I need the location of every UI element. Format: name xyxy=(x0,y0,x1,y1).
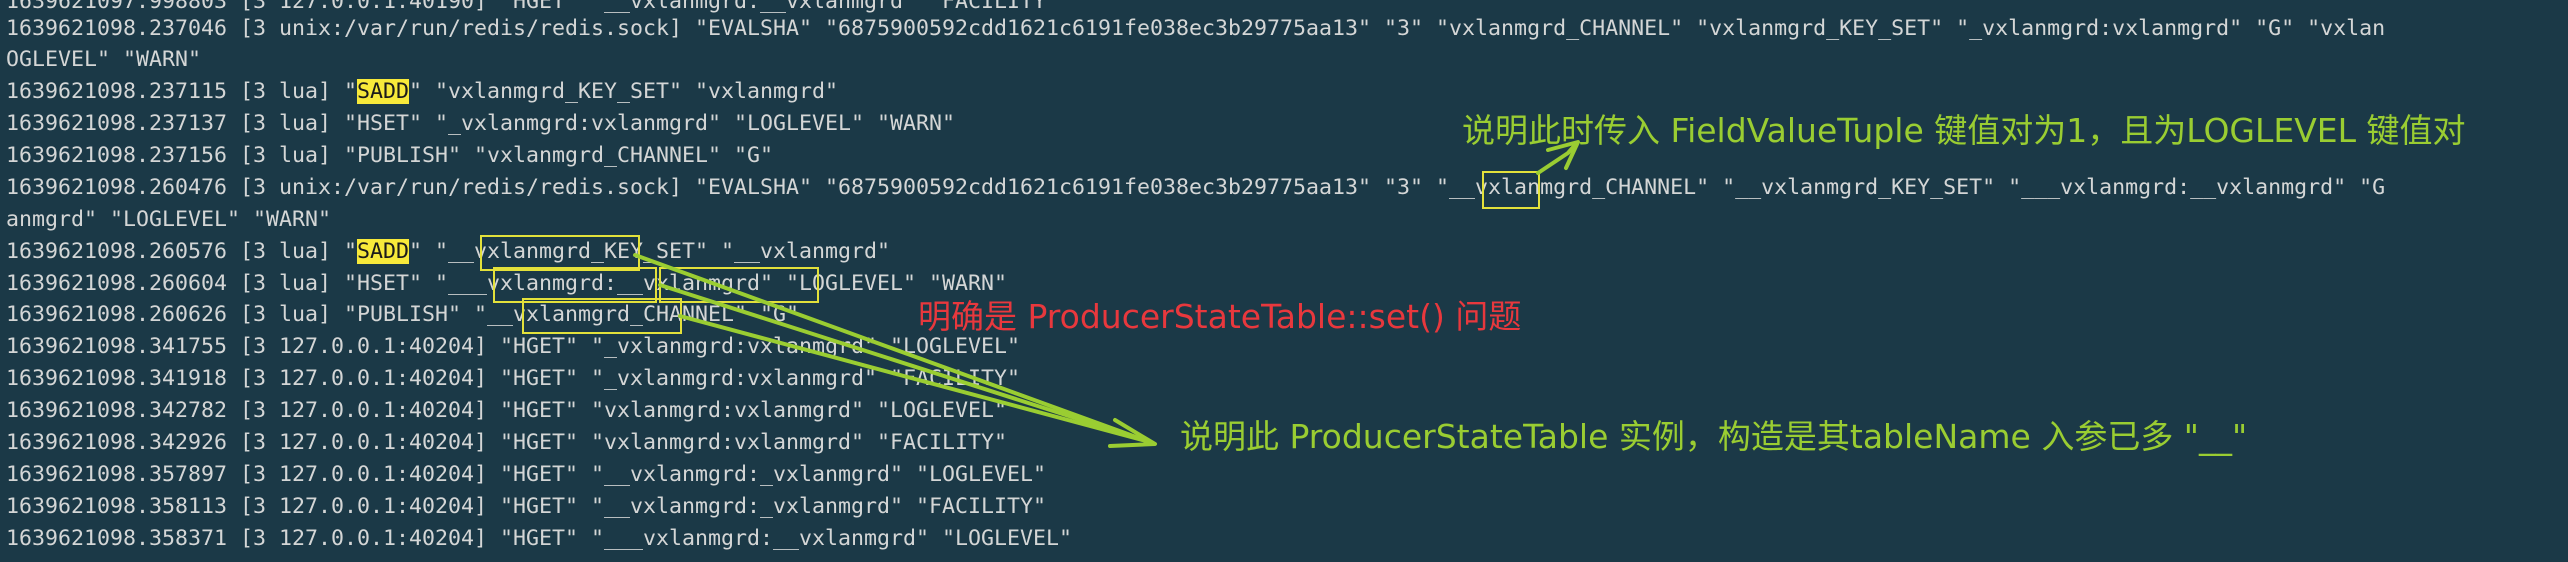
log-line: 1639621098.342926 [3 127.0.0.1:40204] "H… xyxy=(6,430,1008,455)
log-line: 1639621098.341755 [3 127.0.0.1:40204] "H… xyxy=(6,334,1021,359)
log-line: 1639621098.237115 [3 lua] "SADD" "vxlanm… xyxy=(6,76,838,107)
log-line: OGLEVEL" "WARN" xyxy=(6,47,202,72)
log-line-prefix: 1639621098.260576 [3 lua] " xyxy=(6,239,358,264)
log-line: 1639621098.358113 [3 127.0.0.1:40204] "H… xyxy=(6,494,1047,519)
log-line: 1639621098.342782 [3 127.0.0.1:40204] "H… xyxy=(6,398,1008,423)
log-line: 1639621098.237156 [3 lua] "PUBLISH" "vxl… xyxy=(6,143,774,168)
log-line-suffix: " "vxlanmgrd_KEY_SET" "vxlanmgrd" xyxy=(409,79,839,104)
log-line-prefix: 1639621098.237115 [3 lua] " xyxy=(6,79,358,104)
log-line: 1639621098.237137 [3 lua] "HSET" "_vxlan… xyxy=(6,111,956,136)
arg-count-box xyxy=(1482,171,1540,209)
log-line: 1639621098.357897 [3 127.0.0.1:40204] "H… xyxy=(6,462,1047,487)
log-line: anmgrd" "LOGLEVEL" "WARN" xyxy=(6,207,332,232)
log-line: 1639621098.358371 [3 127.0.0.1:40204] "H… xyxy=(6,526,1073,551)
hset-field-box xyxy=(659,267,819,303)
log-line: 1639621098.237046 [3 unix:/var/run/redis… xyxy=(6,16,2386,41)
log-line: 1639621098.341918 [3 127.0.0.1:40204] "H… xyxy=(6,366,1021,391)
log-line: 1639621098.260476 [3 unix:/var/run/redis… xyxy=(6,175,2386,200)
log-line: 1639621098.260576 [3 lua] "SADD" "__vxla… xyxy=(6,236,890,267)
annotation-fieldvalue: 说明此时传入 FieldValueTuple 键值对为1，且为LOGLEVEL … xyxy=(1462,111,2466,150)
publish-channel-box xyxy=(522,298,682,334)
annotation-instance: 说明此 ProducerStateTable 实例，构造是其tableName … xyxy=(1180,417,2248,456)
keyset-prefix-box xyxy=(480,235,640,271)
sadd-highlight: SADD xyxy=(357,79,410,104)
sadd-highlight: SADD xyxy=(357,239,410,264)
terminal-output: 1639621097.998803 [3 127.0.0.1:40190] "H… xyxy=(0,0,2568,562)
annotation-set-issue: 明确是 ProducerStateTable::set() 问题 xyxy=(918,297,1522,336)
